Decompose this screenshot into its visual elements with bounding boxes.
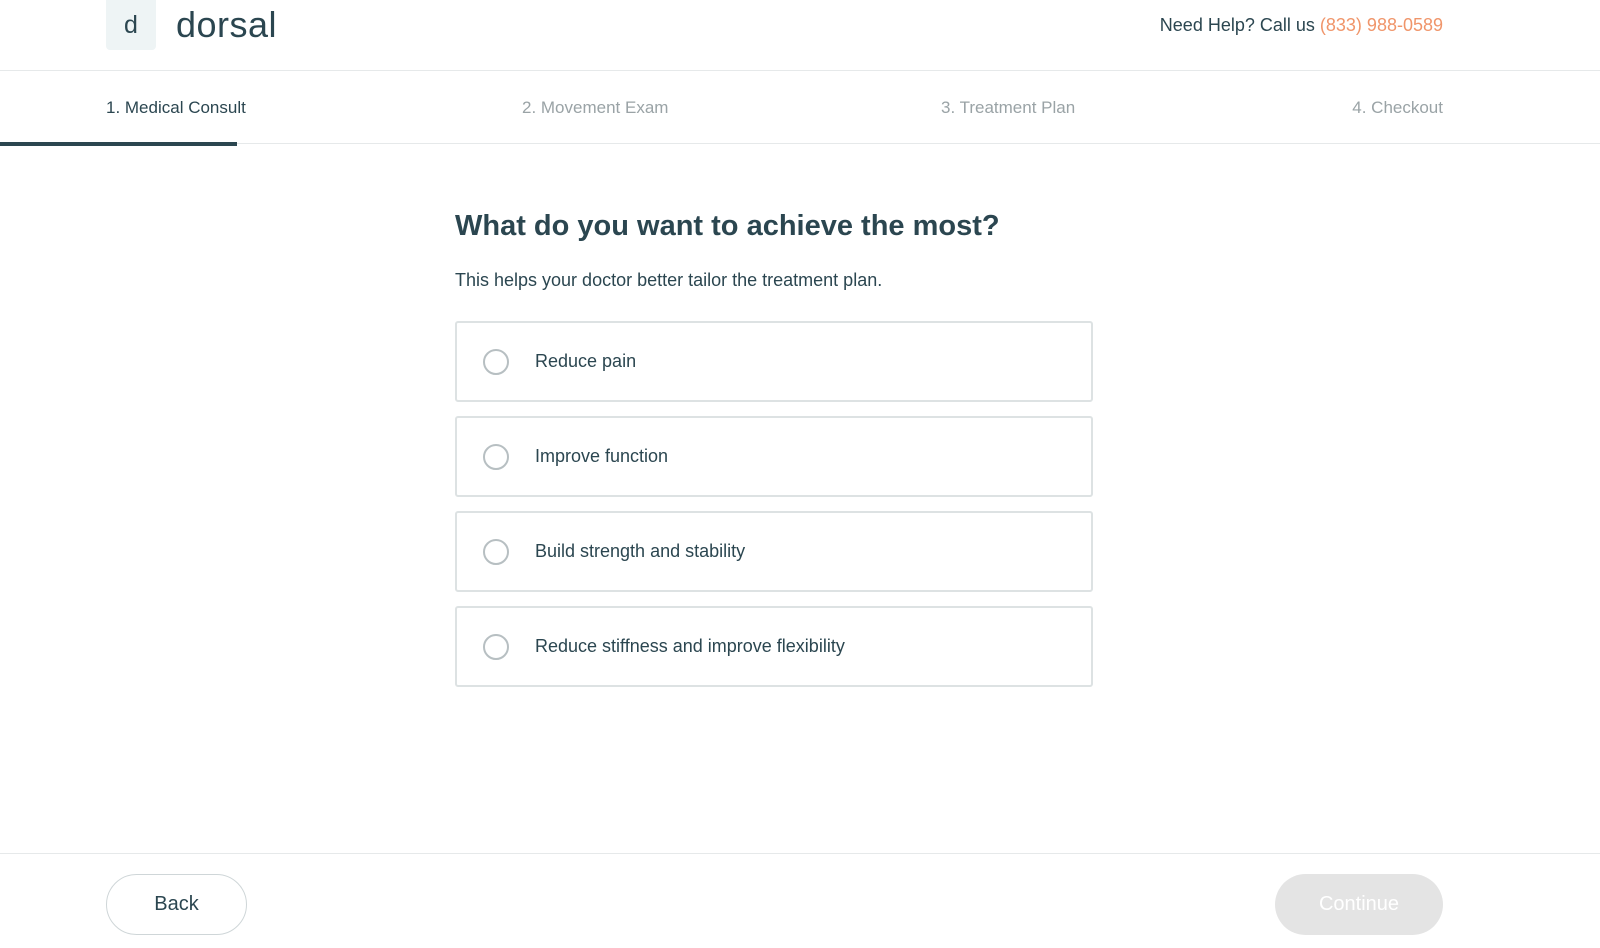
step-movement-exam: 2. Movement Exam [522,98,669,117]
logo-icon[interactable]: d [106,0,156,50]
back-button[interactable]: Back [106,874,247,935]
radio-icon[interactable] [483,443,509,470]
app-header: d dorsal Need Help? Call us (833) 988-05… [0,0,1600,71]
option-reduce-stiffness[interactable]: Reduce stiffness and improve flexibility [455,606,1093,687]
option-build-strength[interactable]: Build strength and stability [455,511,1093,592]
phone-link[interactable]: (833) 988-0589 [1320,15,1443,35]
progress-steps: 1. Medical Consult 2. Movement Exam 3. T… [0,71,1600,146]
options-list: Reduce pain Improve function Build stren… [455,321,1095,687]
help-text: Need Help? Call us [1159,15,1315,35]
brand-logo[interactable]: dorsal [176,4,277,46]
option-label: Reduce stiffness and improve flexibility [535,636,845,656]
step-medical-consult: 1. Medical Consult [106,98,246,117]
radio-icon[interactable] [483,348,509,375]
option-label: Build strength and stability [535,541,746,561]
step-treatment-plan: 3. Treatment Plan [941,98,1076,117]
step-checkout: 4. Checkout [1352,98,1443,117]
progress-bar [0,142,237,146]
help-contact: Need Help? Call us (833) 988-0589 [1160,15,1443,36]
option-label: Reduce pain [535,351,637,371]
question-card: What do you want to achieve the most? Th… [455,210,1095,701]
radio-icon[interactable] [483,633,509,660]
option-improve-function[interactable]: Improve function [455,416,1093,497]
question-subtitle: This helps your doctor better tailor the… [455,270,883,290]
option-label: Improve function [535,446,669,466]
continue-button[interactable]: Continue [1275,874,1443,935]
question-title: What do you want to achieve the most? [455,210,1000,242]
radio-icon[interactable] [483,538,509,565]
option-reduce-pain[interactable]: Reduce pain [455,321,1093,402]
footer-nav: Back Continue [0,853,1600,948]
